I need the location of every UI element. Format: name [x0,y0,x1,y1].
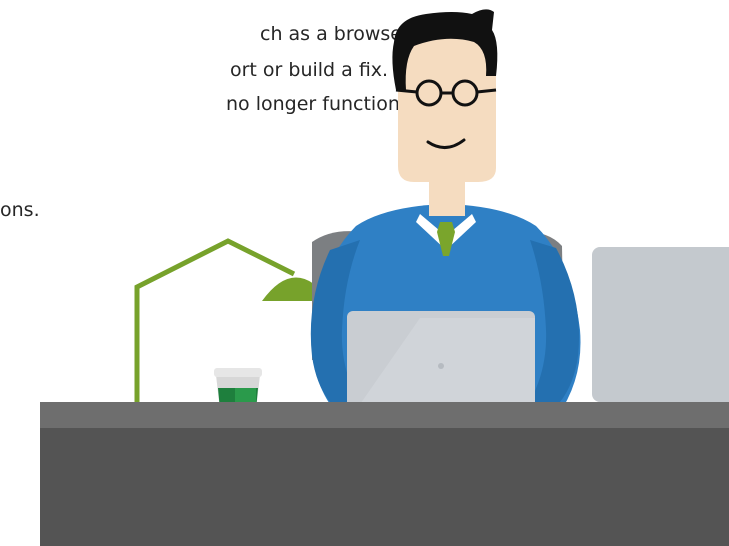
desk [40,402,729,546]
monitor-icon [592,247,729,428]
desk-lamp-icon [103,238,330,429]
office-illustration [40,9,729,546]
